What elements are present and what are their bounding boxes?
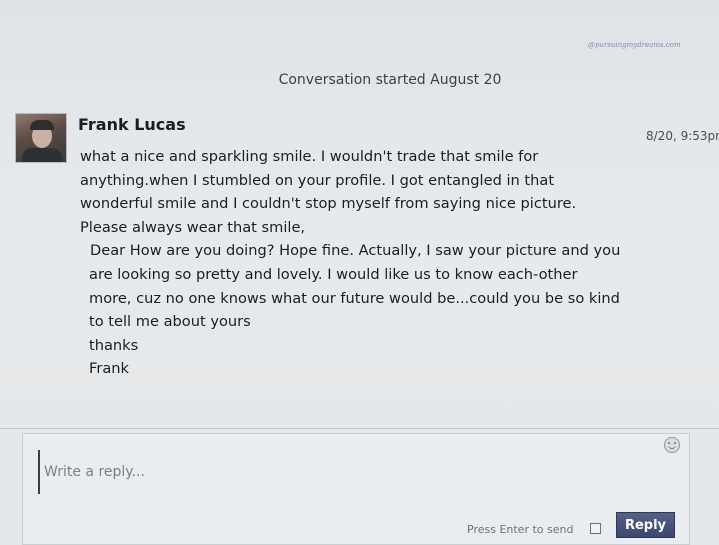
message-line: to tell me about yours	[89, 313, 251, 331]
emoji-icon[interactable]	[664, 437, 680, 453]
messages-screen: @pursuingmydreams.com Conversation start…	[0, 0, 719, 545]
message-line: Dear How are you doing? Hope fine. Actua…	[90, 242, 621, 260]
message-body: what a nice and sparkling smile. I would…	[80, 145, 660, 381]
sender-avatar[interactable]	[15, 113, 67, 163]
sender-name-link[interactable]: Frank Lucas	[78, 115, 186, 134]
message-line: more, cuz no one knows what our future w…	[89, 289, 620, 307]
message-line: thanks	[89, 336, 139, 354]
press-enter-label: Press Enter to send	[467, 523, 574, 536]
message-line: anything.when I stumbled on your profile…	[80, 171, 555, 189]
reply-input[interactable]	[38, 450, 668, 494]
avatar-body-shape	[22, 148, 62, 162]
message-line: Frank	[89, 360, 129, 378]
message-line: wonderful smile and I couldn't stop myse…	[80, 195, 577, 213]
reply-button[interactable]: Reply	[616, 512, 675, 538]
message-timestamp: 8/20, 9:53pm	[646, 129, 719, 143]
watermark: @pursuingmydreams.com	[588, 41, 681, 49]
avatar-cap-shape	[30, 120, 54, 130]
message-line: are looking so pretty and lovely. I woul…	[89, 265, 578, 283]
conversation-started-label: Conversation started August 20	[278, 72, 502, 88]
press-enter-checkbox[interactable]	[590, 523, 601, 534]
message-line: Please always wear that smile,	[80, 218, 306, 236]
message-line: what a nice and sparkling smile. I would…	[80, 148, 539, 165]
reply-divider	[0, 428, 719, 429]
